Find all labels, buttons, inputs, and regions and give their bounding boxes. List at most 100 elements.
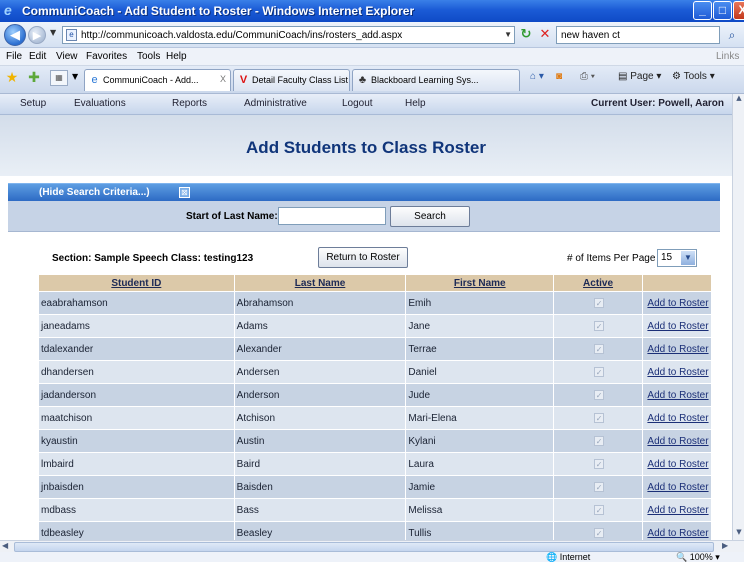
refresh-icon[interactable]: ↻ [518, 27, 534, 43]
student-id-cell: mdbass [38, 498, 235, 522]
zoom-level[interactable]: 🔍 100% ▾ [676, 552, 720, 562]
table-body: eaabrahamson Abrahamson Emih ✓ Add to Roster… [38, 291, 713, 540]
search-button[interactable]: Search [390, 206, 470, 227]
add-favorite-icon[interactable]: ✚ [26, 70, 42, 86]
horizontal-scrollbar[interactable]: ◀ ▶ [0, 540, 744, 552]
search-criteria-bar: (Hide Search Criteria...) ⊠ [8, 183, 720, 201]
scroll-left-icon[interactable]: ◀ [2, 541, 8, 550]
tab-label: Detail Faculty Class List [252, 75, 349, 85]
active-checkbox: ✓ [594, 435, 605, 446]
maximize-button[interactable]: □ [713, 1, 732, 20]
active-cell: ✓ [553, 429, 643, 453]
last-name-cell: Adams [233, 314, 407, 338]
active-checkbox: ✓ [594, 504, 605, 515]
hide-search-criteria-link[interactable]: (Hide Search Criteria...) [39, 187, 150, 198]
action-cell: Add to Roster [641, 314, 713, 338]
menu-help[interactable]: Help [166, 51, 187, 62]
active-cell: ✓ [553, 291, 643, 315]
nav-logout[interactable]: Logout [342, 98, 373, 109]
blackboard-icon: ♣ [358, 74, 367, 86]
add-to-roster-link[interactable]: Add to Roster [647, 482, 708, 493]
scroll-down-icon[interactable]: ▼ [734, 528, 744, 540]
tab-list-dropdown-icon[interactable]: ▼ [72, 72, 78, 81]
section-label: Section: Sample Speech Class: testing123 [52, 253, 254, 264]
add-to-roster-link[interactable]: Add to Roster [647, 528, 708, 539]
home-icon[interactable]: ⌂ ▾ [530, 71, 544, 82]
url-text: http://communicoach.valdosta.edu/Communi… [81, 30, 403, 41]
active-checkbox: ✓ [594, 458, 605, 469]
scroll-up-icon[interactable]: ▲ [734, 94, 744, 106]
add-to-roster-link[interactable]: Add to Roster [647, 298, 708, 309]
nav-help[interactable]: Help [405, 98, 426, 109]
tab-communicoach[interactable]: e CommuniCoach - Add... X [84, 69, 231, 91]
col-first-name[interactable]: First Name [405, 274, 555, 292]
minimize-button[interactable]: _ [693, 1, 712, 20]
return-to-roster-button[interactable]: Return to Roster [318, 247, 408, 268]
browser-search-value: new haven ct [561, 30, 620, 41]
table-row: jadanderson Anderson Jude ✓ Add to Roster [38, 383, 713, 407]
table-row: tdalexander Alexander Terrae ✓ Add to Roster [38, 337, 713, 361]
first-name-cell: Daniel [405, 360, 555, 384]
col-student-id[interactable]: Student ID [38, 274, 235, 292]
active-checkbox: ✓ [594, 297, 605, 308]
table-row: tdbeasley Beasley Tullis ✓ Add to Roster [38, 521, 713, 540]
add-to-roster-link[interactable]: Add to Roster [647, 459, 708, 470]
page-icon: e [66, 29, 77, 41]
back-button[interactable]: ◀ [4, 24, 26, 46]
add-to-roster-link[interactable]: Add to Roster [647, 344, 708, 355]
menu-view[interactable]: View [56, 51, 78, 62]
search-icon[interactable]: ⌕ [724, 27, 740, 43]
last-name-input[interactable] [278, 207, 386, 225]
window-title: CommuniCoach - Add Student to Roster - W… [22, 4, 415, 18]
tab-detail-faculty[interactable]: V Detail Faculty Class List [233, 69, 350, 91]
close-window-button[interactable]: X [733, 1, 744, 20]
col-active[interactable]: Active [553, 274, 643, 292]
scroll-thumb[interactable] [14, 542, 714, 552]
nav-evaluations[interactable]: Evaluations [74, 98, 126, 109]
quick-tabs-icon[interactable]: ▦ [50, 70, 68, 86]
col-last-name[interactable]: Last Name [233, 274, 407, 292]
print-icon[interactable]: ⎙ ▾ [580, 71, 595, 82]
first-name-cell: Laura [405, 452, 555, 476]
scroll-right-icon[interactable]: ▶ [722, 541, 728, 550]
add-to-roster-link[interactable]: Add to Roster [647, 505, 708, 516]
vertical-scrollbar[interactable]: ▲ ▼ [732, 94, 744, 540]
links-toolbar[interactable]: Links [716, 51, 739, 62]
address-input[interactable]: e http://communicoach.valdosta.edu/Commu… [62, 26, 515, 44]
feeds-icon[interactable]: ◙ [556, 71, 562, 82]
browser-search-input[interactable]: new haven ct [556, 26, 720, 44]
first-name-cell: Jane [405, 314, 555, 338]
nav-reports[interactable]: Reports [172, 98, 207, 109]
page-menu-label: Page [630, 71, 654, 82]
add-to-roster-link[interactable]: Add to Roster [647, 436, 708, 447]
action-cell: Add to Roster [641, 291, 713, 315]
menu-favorites[interactable]: Favorites [86, 51, 127, 62]
add-to-roster-link[interactable]: Add to Roster [647, 413, 708, 424]
student-id-cell: jnbaisden [38, 475, 235, 499]
chevron-down-icon[interactable]: ▼ [681, 251, 695, 265]
menu-file[interactable]: File [6, 51, 22, 62]
favorites-star-icon[interactable]: ★ [4, 70, 20, 86]
last-name-cell: Abrahamson [233, 291, 407, 315]
page-menu[interactable]: ▤ Page ▾ [618, 71, 661, 82]
menu-tools[interactable]: Tools [137, 51, 160, 62]
student-id-cell: tdalexander [38, 337, 235, 361]
nav-setup[interactable]: Setup [20, 98, 46, 109]
nav-administrative[interactable]: Administrative [244, 98, 307, 109]
zone-label: Internet [559, 552, 591, 562]
menu-edit[interactable]: Edit [29, 51, 46, 62]
add-to-roster-link[interactable]: Add to Roster [647, 321, 708, 332]
tab-blackboard[interactable]: ♣ Blackboard Learning Sys... [352, 69, 520, 91]
add-to-roster-link[interactable]: Add to Roster [647, 390, 708, 401]
items-per-page-select[interactable]: 15 ▼ [657, 249, 697, 267]
address-dropdown-icon[interactable]: ▼ [504, 30, 512, 39]
add-to-roster-link[interactable]: Add to Roster [647, 367, 708, 378]
close-tab-icon[interactable]: X [220, 74, 226, 84]
ie-page-icon: e [91, 74, 98, 86]
forward-button[interactable]: ▶ [28, 26, 46, 44]
tools-menu[interactable]: ⚙ Tools ▾ [672, 71, 715, 82]
collapse-icon[interactable]: ⊠ [179, 187, 190, 198]
active-cell: ✓ [553, 475, 643, 499]
recent-pages-dropdown[interactable]: ▼ [50, 28, 56, 37]
stop-icon[interactable]: ✕ [537, 27, 553, 43]
